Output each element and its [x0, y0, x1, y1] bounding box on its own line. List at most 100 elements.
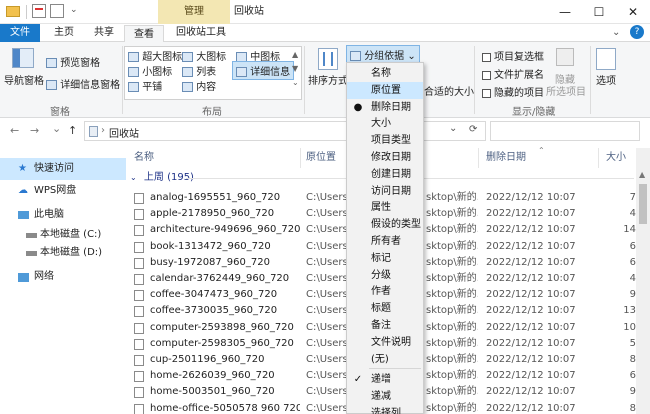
menu-item[interactable]: 递减 [347, 388, 423, 405]
column-divider[interactable] [478, 148, 479, 168]
minimize-button[interactable]: — [548, 0, 582, 24]
navigation-pane-icon[interactable] [12, 48, 34, 68]
file-date-deleted: 2022/12/12 10:07 [486, 289, 576, 301]
nav-item-quick-access[interactable]: ★ 快速访问 [0, 158, 126, 180]
layout-small-icons[interactable]: 小图标 [128, 63, 172, 78]
layout-list[interactable]: 列表 [182, 63, 216, 78]
group-separator [122, 46, 123, 114]
size-columns-fit-button[interactable]: 合适的大小 [424, 83, 474, 98]
menu-item[interactable]: 项目类型 [347, 132, 423, 149]
nav-item-network[interactable]: 网络 [0, 266, 126, 288]
menu-item[interactable]: 标题 [347, 300, 423, 317]
ribbon-tabs: 文件 主页 共享 查看 回收站工具 ⌄ ? [0, 24, 650, 43]
column-header-size[interactable]: 大小 [606, 148, 636, 168]
hidden-items-checkbox[interactable] [482, 88, 491, 98]
details-pane-button[interactable]: 详细信息窗格 [46, 76, 120, 91]
expand-ribbon-icon[interactable]: ⌄ [612, 27, 620, 38]
menu-item-label: (无) [371, 353, 389, 365]
tab-file[interactable]: 文件 [0, 24, 40, 42]
hidden-items-label: 隐藏的项目 [494, 88, 544, 99]
maximize-button[interactable]: ☐ [582, 0, 616, 24]
hidden-items-toggle[interactable]: 隐藏的项目 [482, 84, 544, 99]
tab-recycle-bin-tools[interactable]: 回收站工具 [164, 24, 238, 42]
address-dropdown-button[interactable]: ⌄ [449, 123, 457, 134]
close-button[interactable]: ✕ [616, 0, 650, 24]
up-button[interactable]: ↑ [68, 124, 77, 137]
tab-view[interactable]: 查看 [124, 25, 164, 43]
group-label-show-hide: 显示/隐藏 [512, 107, 556, 118]
layout-xl-icons[interactable]: 超大图标 [128, 48, 182, 63]
column-header-name[interactable]: 名称 [134, 148, 300, 168]
group-header[interactable]: ⌄ 上周 (195) [128, 170, 194, 186]
column-divider[interactable] [598, 148, 599, 168]
menu-item[interactable]: 作者 [347, 283, 423, 300]
layout-scroll-icon[interactable]: ▲ ▼ ⌄ [292, 48, 299, 90]
menu-item[interactable]: 文件说明 [347, 334, 423, 351]
preview-pane-button[interactable]: 预览窗格 [46, 54, 100, 69]
scroll-up-icon[interactable]: ▲ [639, 170, 645, 179]
nav-item-wps-drive[interactable]: ☁ WPS网盘 [0, 180, 126, 202]
address-box[interactable]: › 回收站 ⌄ ⟳ [84, 121, 486, 141]
file-original-location-tail: sktop\新的... [426, 240, 478, 252]
nav-item-drive-d[interactable]: 本地磁盘 (D:) [0, 242, 126, 264]
menu-item[interactable]: 备注 [347, 317, 423, 334]
help-icon[interactable]: ? [630, 25, 644, 39]
group-collapse-icon[interactable]: ⌄ [130, 173, 137, 182]
file-name: home-5003501_960_720 [150, 386, 275, 398]
file-original-location-tail: sktop\新的... [426, 224, 478, 236]
contextual-tab-manage[interactable]: 管理 [158, 0, 230, 24]
menu-item[interactable]: 原位置 [347, 81, 423, 99]
tab-home[interactable]: 主页 [44, 24, 84, 42]
options-button[interactable]: 选项 [596, 72, 616, 87]
menu-item[interactable]: 属性 [347, 199, 423, 216]
new-folder-icon[interactable] [50, 4, 64, 18]
sort-by-icon[interactable] [318, 48, 338, 70]
file-date-deleted: 2022/12/12 10:07 [486, 321, 576, 333]
menu-item[interactable]: 假设的类型 [347, 216, 423, 233]
item-checkboxes-toggle[interactable]: 项目复选框 [482, 48, 544, 63]
breadcrumb-recycle-bin[interactable]: 回收站 [109, 125, 139, 140]
search-input[interactable] [490, 121, 640, 141]
tab-share[interactable]: 共享 [84, 24, 124, 42]
quick-access-dropdown-icon[interactable]: ⌄ [70, 5, 78, 15]
layout-content[interactable]: 内容 [182, 78, 216, 93]
properties-icon[interactable] [32, 4, 46, 18]
menu-item[interactable]: 大小 [347, 115, 423, 132]
file-size: 6 [629, 370, 636, 382]
layout-large-icons[interactable]: 大图标 [182, 48, 226, 63]
sort-by-button[interactable]: 排序方式 [308, 72, 348, 87]
navigation-pane-button[interactable]: 导航窗格 [4, 72, 44, 87]
menu-item[interactable]: ● 删除日期 [347, 99, 423, 116]
menu-item[interactable]: 访问日期 [347, 183, 423, 200]
menu-item[interactable]: 选择列... [347, 405, 423, 414]
back-button[interactable]: ← [10, 124, 19, 137]
file-date-deleted: 2022/12/12 10:07 [486, 402, 576, 414]
column-header-date-deleted[interactable]: 删除日期 [486, 148, 598, 168]
menu-item[interactable]: 修改日期 [347, 149, 423, 166]
file-extensions-label: 文件扩展名 [494, 70, 544, 81]
menu-item-label: 递增 [371, 374, 391, 386]
menu-item[interactable]: ✓ 递增 [347, 371, 423, 388]
menu-item[interactable]: 标记 [347, 250, 423, 267]
refresh-button[interactable]: ⟳ [469, 124, 477, 135]
file-extensions-toggle[interactable]: 文件扩展名 [482, 66, 544, 81]
menu-item[interactable]: (无) [347, 351, 423, 368]
file-icon [134, 371, 144, 383]
menu-item[interactable]: 名称 [347, 65, 423, 82]
drive-icon [26, 233, 37, 238]
item-checkboxes-checkbox[interactable] [482, 52, 491, 62]
nav-item-label: 此电脑 [34, 209, 64, 220]
vertical-scrollbar[interactable]: ▲ [636, 148, 650, 414]
scroll-thumb[interactable] [639, 184, 647, 224]
forward-button[interactable]: → [30, 124, 39, 137]
nav-item-this-pc[interactable]: 此电脑 [0, 204, 126, 226]
file-extensions-checkbox[interactable] [482, 70, 491, 80]
layout-tiles[interactable]: 平铺 [128, 78, 162, 93]
menu-item[interactable]: 创建日期 [347, 166, 423, 183]
column-divider[interactable] [300, 148, 301, 168]
options-icon[interactable] [596, 48, 616, 70]
recent-locations-button[interactable]: ⌄ [52, 122, 61, 135]
menu-item[interactable]: 分级 [347, 267, 423, 284]
layout-details[interactable]: 详细信息 [232, 61, 295, 80]
menu-item[interactable]: 所有者 [347, 233, 423, 250]
